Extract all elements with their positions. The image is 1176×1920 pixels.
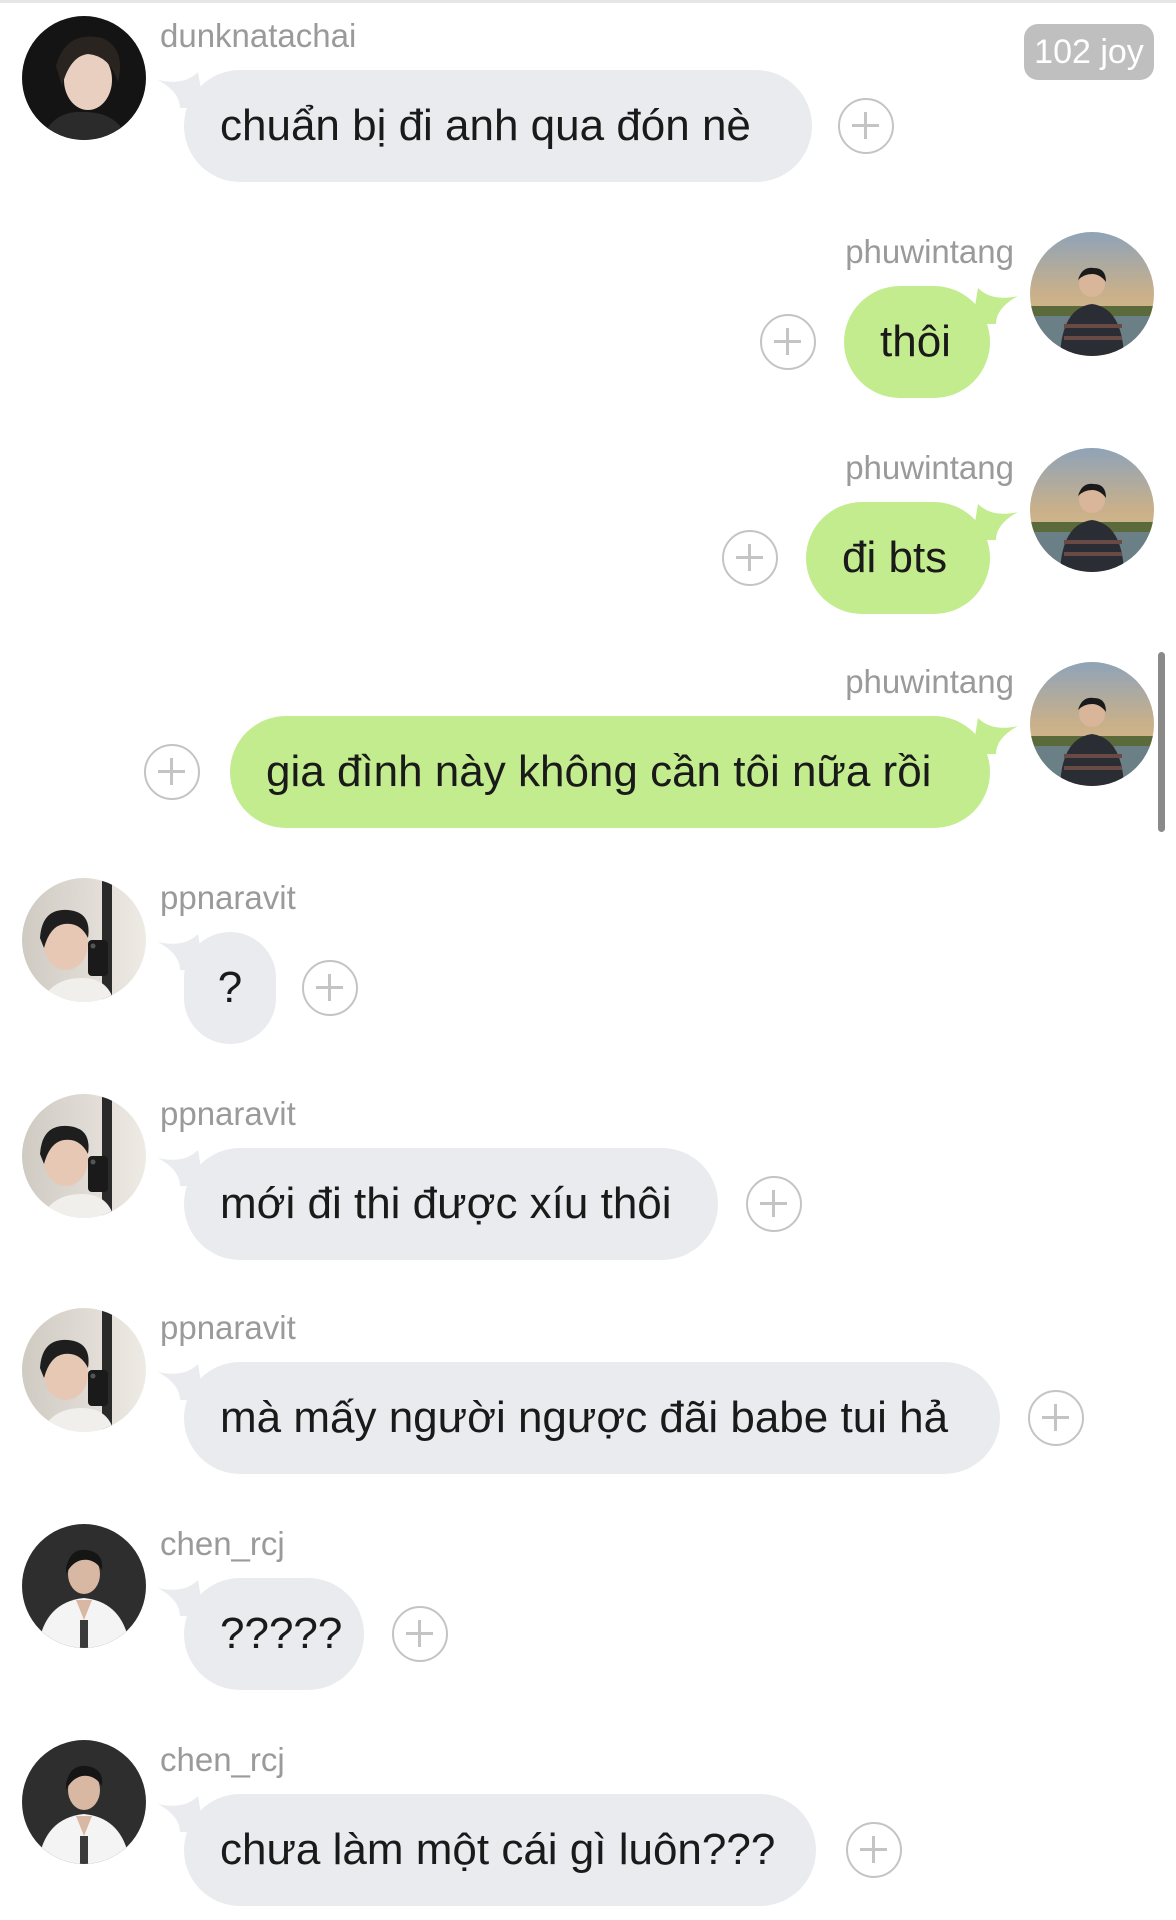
plus-circle-icon[interactable]: [760, 314, 816, 370]
username-label: chen_rcj: [160, 1525, 285, 1562]
phuwin-avatar[interactable]: [1030, 662, 1154, 786]
scrollbar[interactable]: [1158, 652, 1165, 832]
phuwin-avatar[interactable]: [1030, 448, 1154, 572]
plus-circle-icon[interactable]: [722, 530, 778, 586]
message-bubble[interactable]: mới đi thi được xíu thôi: [184, 1148, 718, 1260]
message-bubble[interactable]: ?: [184, 932, 276, 1044]
message-bubble[interactable]: ?????: [184, 1578, 364, 1690]
pond-avatar[interactable]: [22, 878, 146, 1002]
plus-circle-icon[interactable]: [838, 98, 894, 154]
plus-circle-icon[interactable]: [746, 1176, 802, 1232]
chen-avatar[interactable]: [22, 1524, 146, 1648]
username-label: ppnaravit: [160, 879, 296, 916]
message-bubble[interactable]: mà mấy người ngược đãi babe tui hả: [184, 1362, 1000, 1474]
plus-circle-icon[interactable]: [846, 1822, 902, 1878]
message-bubble[interactable]: chưa làm một cái gì luôn???: [184, 1794, 816, 1906]
username-label: phuwintang: [845, 663, 1014, 700]
plus-circle-icon[interactable]: [392, 1606, 448, 1662]
plus-circle-icon[interactable]: [144, 744, 200, 800]
username-label: phuwintang: [845, 449, 1014, 486]
username-label: ppnaravit: [160, 1095, 296, 1132]
message-bubble[interactable]: chuẩn bị đi anh qua đón nè: [184, 70, 812, 182]
message-bubble[interactable]: gia đình này không cần tôi nữa rồi: [230, 716, 990, 828]
message-bubble[interactable]: thôi: [844, 286, 990, 398]
top-divider: [0, 0, 1176, 3]
joy-badge[interactable]: 102 joy: [1024, 24, 1154, 80]
chen-avatar[interactable]: [22, 1740, 146, 1864]
plus-circle-icon[interactable]: [1028, 1390, 1084, 1446]
message-bubble[interactable]: đi bts: [806, 502, 990, 614]
dunk-avatar[interactable]: [22, 16, 146, 140]
pond-avatar[interactable]: [22, 1094, 146, 1218]
username-label: phuwintang: [845, 233, 1014, 270]
plus-circle-icon[interactable]: [302, 960, 358, 1016]
username-label: dunknatachai: [160, 17, 357, 54]
username-label: chen_rcj: [160, 1741, 285, 1778]
phuwin-avatar[interactable]: [1030, 232, 1154, 356]
pond-avatar[interactable]: [22, 1308, 146, 1432]
username-label: ppnaravit: [160, 1309, 296, 1346]
